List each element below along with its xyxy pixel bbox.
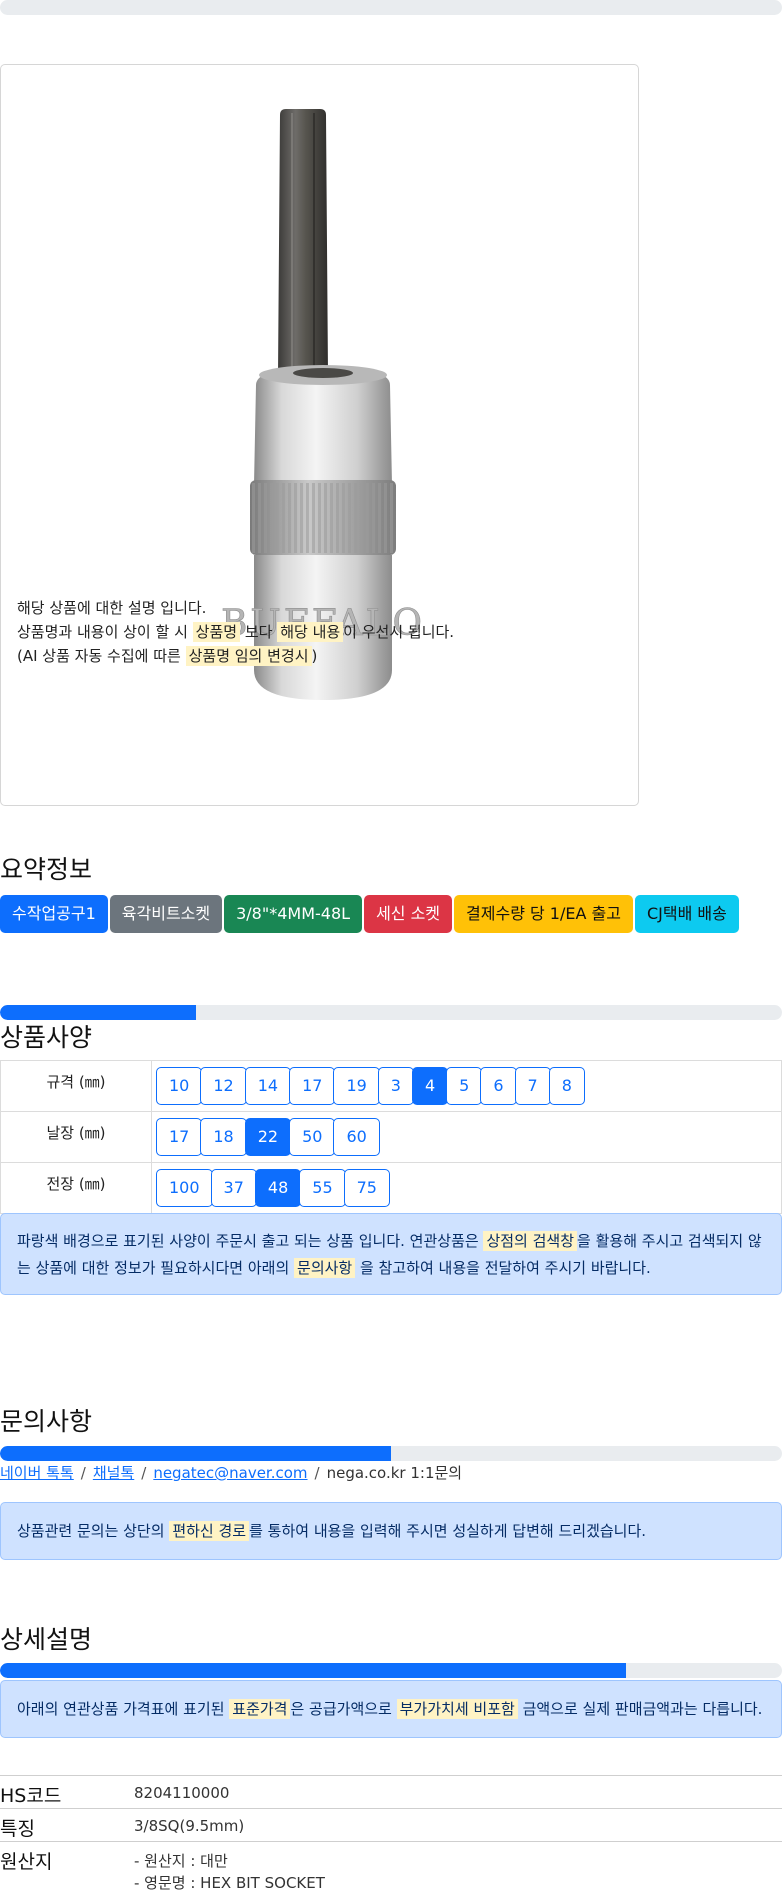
spec-option-button[interactable]: 19 (333, 1067, 380, 1105)
spec-option-button[interactable]: 10 (156, 1067, 203, 1105)
spec-option-button[interactable]: 37 (210, 1169, 257, 1207)
naver-talk-link[interactable]: 네이버 톡톡 (0, 1464, 74, 1482)
info-value: 8204110000 (134, 1784, 230, 1802)
detail-title: 상세설명 (0, 1625, 93, 1654)
info-key: HS코드 (0, 1785, 62, 1807)
spec-option-button[interactable]: 4 (411, 1067, 449, 1105)
separator: / (80, 1464, 86, 1482)
desc-line-3: (AI 상품 자동 수집에 따른 상품명 임의 변경시) (17, 646, 318, 666)
info-row-origin: 원산지 - 원산지 : 대만 - 영문명 : HEX BIT SOCKET (0, 1841, 782, 1892)
product-card: BUFFALO 해당 상품에 대한 설명 입니다. 상품명과 내용이 상이 할 … (0, 64, 639, 806)
spec-label: 규격 (㎜) (0, 1060, 152, 1112)
highlight-product-name: 상품명 (192, 622, 241, 642)
summary-badge: 3/8"*4MM-48L (224, 895, 363, 933)
inquiry-links: 네이버 톡톡 / 채널톡 / negatec@naver.com / nega.co.kr … (0, 1462, 462, 1483)
spec-title: 상품사양 (0, 1023, 93, 1052)
summary-badge: 수작업공구1 (0, 895, 108, 933)
spec-option-button[interactable]: 50 (289, 1118, 336, 1156)
separator: / (314, 1464, 320, 1482)
inquiry-notice: 상품관련 문의는 상단의 편하신 경로 를 통하여 내용을 입력해 주시면 성실하… (0, 1502, 782, 1560)
spec-option-button[interactable]: 60 (333, 1118, 380, 1156)
email-link[interactable]: negatec@naver.com (153, 1464, 307, 1482)
inquiry-progress-fill (0, 1446, 391, 1461)
spec-option-button[interactable]: 22 (244, 1118, 292, 1156)
channel-talk-link[interactable]: 채널톡 (93, 1464, 134, 1482)
inquiry-progress-bar (0, 1446, 782, 1461)
spec-options: 17 18 22 50 60 (151, 1111, 782, 1163)
desc-line-2: 상품명과 내용이 상이 할 시 상품명 보다 해당 내용 이 우선시 됩니다. (17, 622, 455, 642)
highlight-standard-price: 표준가격 (229, 1699, 291, 1719)
product-image: BUFFALO (221, 109, 422, 700)
highlight-vat-excluded: 부가가치세 비포함 (396, 1699, 518, 1719)
spec-row: 전장 (㎜) 100 37 48 55 75 (0, 1162, 782, 1214)
spec-option-button[interactable]: 14 (244, 1067, 292, 1105)
spec-option-button[interactable]: 6 (480, 1067, 517, 1105)
spec-option-button[interactable]: 8 (548, 1067, 585, 1105)
highlight-store-search: 상점의 검색창 (483, 1231, 578, 1251)
spec-option-button[interactable]: 55 (299, 1169, 346, 1207)
spec-option-button[interactable]: 17 (156, 1118, 203, 1156)
spec-option-button[interactable]: 7 (514, 1067, 551, 1105)
spec-option-button[interactable]: 5 (446, 1067, 483, 1105)
spec-option-button[interactable]: 12 (200, 1067, 247, 1105)
spec-label: 전장 (㎜) (0, 1162, 152, 1214)
detail-progress-fill (0, 1663, 626, 1678)
spec-option-button[interactable]: 48 (254, 1169, 302, 1207)
spec-option-button[interactable]: 100 (156, 1169, 213, 1207)
info-value: - 원산지 : 대만 (134, 1852, 228, 1870)
info-key: 특징 (0, 1818, 35, 1840)
spec-table: 규격 (㎜) 10 12 14 17 19 3 4 5 6 7 8 날장 (㎜) 17 18 22 50 60 전장… (0, 1060, 782, 1214)
spec-option-button[interactable]: 17 (289, 1067, 336, 1105)
info-key: 원산지 (0, 1851, 53, 1873)
detail-notice: 아래의 연관상품 가격표에 표기된 표준가격 은 공급가액으로 부가가치세 비포함… (0, 1680, 782, 1738)
summary-badge: 세신 소켓 (364, 895, 453, 933)
spec-label: 날장 (㎜) (0, 1111, 152, 1163)
info-value-english: - 영문명 : HEX BIT SOCKET (134, 1874, 325, 1892)
separator: / (141, 1464, 147, 1482)
info-row-feature: 특징 3/8SQ(9.5mm) (0, 1808, 782, 1841)
summary-badge: 육각비트소켓 (109, 895, 223, 933)
detail-progress-bar (0, 1663, 782, 1678)
spec-progress-bar (0, 1005, 782, 1020)
inquiry-title: 문의사항 (0, 1407, 93, 1436)
spec-notice: 파랑색 배경으로 표기된 사양이 주문시 출고 되는 상품 입니다. 연관상품은… (0, 1213, 782, 1295)
spec-options: 100 37 48 55 75 (151, 1162, 782, 1214)
info-row-hscode: HS코드 8204110000 (0, 1775, 782, 1808)
spec-row: 날장 (㎜) 17 18 22 50 60 (0, 1111, 782, 1163)
summary-badge: 결제수량 당 1/EA 출고 (454, 895, 633, 933)
summary-badges: 수작업공구1 육각비트소켓 3/8"*4MM-48L 세신 소켓 결제수량 당 1/EA… (0, 895, 739, 933)
summary-title: 요약정보 (0, 855, 93, 884)
highlight-route: 편하신 경로 (169, 1521, 250, 1541)
summary-badge: CJ택배 배송 (634, 895, 739, 933)
highlight-name-change: 상품명 임의 변경시 (185, 646, 312, 666)
spec-options: 10 12 14 17 19 3 4 5 6 7 8 (151, 1060, 782, 1112)
spec-option-button[interactable]: 18 (200, 1118, 247, 1156)
top-progress-bar (0, 0, 782, 15)
desc-line-1: 해당 상품에 대한 설명 입니다. (17, 599, 207, 617)
highlight-content: 해당 내용 (277, 622, 344, 642)
spec-option-button[interactable]: 3 (377, 1067, 414, 1105)
highlight-inquiry: 문의사항 (294, 1258, 356, 1278)
info-value: 3/8SQ(9.5mm) (134, 1817, 245, 1835)
spec-option-button[interactable]: 75 (343, 1169, 390, 1207)
spec-row: 규격 (㎜) 10 12 14 17 19 3 4 5 6 7 8 (0, 1060, 782, 1112)
site-inquiry-text: nega.co.kr 1:1문의 (326, 1464, 463, 1482)
